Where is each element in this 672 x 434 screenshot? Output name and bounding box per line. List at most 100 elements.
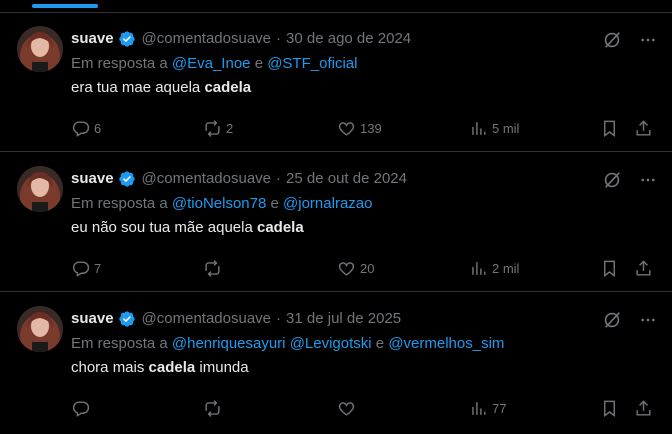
avatar[interactable] bbox=[17, 306, 63, 352]
mention-link[interactable]: @henriquesayuri bbox=[172, 335, 286, 352]
reply-context: Em resposta a @Eva_Inoe e @STF_oficial bbox=[71, 54, 357, 74]
handle[interactable]: @comentadosuave bbox=[142, 28, 271, 50]
bookmark-button[interactable] bbox=[600, 396, 619, 420]
like-button[interactable]: 139 bbox=[337, 116, 382, 140]
tweet-header: suave @comentadosuave · 25 de out de 202… bbox=[71, 168, 407, 190]
like-button[interactable]: 20 bbox=[337, 256, 374, 280]
reply-icon bbox=[72, 400, 90, 417]
verified-badge-icon bbox=[118, 310, 136, 328]
reply-joiner: e bbox=[375, 335, 385, 352]
avatar[interactable] bbox=[17, 166, 63, 212]
reply-button[interactable]: 6 bbox=[71, 116, 101, 140]
tweet-header: suave @comentadosuave · 30 de ago de 202… bbox=[71, 28, 411, 50]
mention-link[interactable]: @jornalrazao bbox=[283, 195, 372, 212]
share-icon bbox=[636, 259, 651, 276]
like-button[interactable] bbox=[337, 396, 360, 420]
like-icon bbox=[338, 121, 355, 136]
reply-prefix: Em resposta a bbox=[71, 195, 168, 212]
mention-link[interactable]: @STF_oficial bbox=[267, 55, 357, 72]
views-icon bbox=[472, 401, 486, 415]
grok-icon[interactable] bbox=[600, 168, 624, 192]
views-button[interactable]: 2 mil bbox=[469, 256, 519, 280]
tweet-text-bold: cadela bbox=[204, 79, 252, 96]
verified-badge-icon bbox=[118, 170, 136, 188]
grok-icon[interactable] bbox=[600, 308, 624, 332]
views-button[interactable]: 5 mil bbox=[469, 116, 519, 140]
display-name[interactable]: suave bbox=[71, 28, 114, 50]
handle[interactable]: @comentadosuave bbox=[142, 168, 271, 190]
repost-icon bbox=[205, 259, 220, 277]
reply-count: 7 bbox=[94, 260, 102, 276]
repost-button[interactable]: 2 bbox=[203, 116, 233, 140]
share-button[interactable] bbox=[634, 396, 653, 420]
share-icon bbox=[636, 119, 651, 136]
handle[interactable]: @comentadosuave bbox=[142, 308, 271, 330]
share-icon bbox=[636, 399, 651, 416]
reply-joiner: e bbox=[254, 55, 264, 72]
bookmark-button[interactable] bbox=[600, 116, 619, 140]
like-count: 20 bbox=[360, 260, 375, 276]
views-button[interactable]: 77 bbox=[469, 396, 506, 420]
tweet-text-part: chora mais bbox=[71, 359, 145, 376]
bookmark-button[interactable] bbox=[600, 256, 619, 280]
tab-active-indicator bbox=[32, 4, 98, 8]
tweet-text-part: era tua mae aquela bbox=[71, 79, 201, 96]
repost-icon bbox=[205, 119, 220, 137]
reply-button[interactable]: 7 bbox=[71, 256, 101, 280]
mention-link[interactable]: @tioNelson78 bbox=[172, 195, 266, 212]
reply-prefix: Em resposta a bbox=[71, 55, 168, 72]
verified-badge-icon bbox=[118, 30, 136, 48]
separator: · bbox=[276, 310, 282, 327]
more-icon[interactable] bbox=[636, 168, 660, 192]
tweet-text-bold: cadela bbox=[148, 359, 196, 376]
mention-link[interactable]: @Eva_Inoe bbox=[172, 55, 251, 72]
view-count: 77 bbox=[492, 400, 507, 416]
tweet-text-part: eu não sou tua mãe aquela bbox=[71, 219, 253, 236]
view-count: 2 mil bbox=[492, 260, 520, 276]
tweet[interactable]: suave @comentadosuave · 30 de ago de 202… bbox=[0, 13, 672, 152]
bookmark-icon bbox=[604, 120, 615, 137]
like-count: 139 bbox=[360, 120, 382, 136]
more-icon[interactable] bbox=[636, 308, 660, 332]
reply-button[interactable] bbox=[71, 396, 94, 420]
view-count: 5 mil bbox=[492, 120, 520, 136]
tweet-header: suave @comentadosuave · 31 de jul de 202… bbox=[71, 308, 401, 330]
display-name[interactable]: suave bbox=[71, 168, 114, 190]
share-button[interactable] bbox=[634, 256, 653, 280]
grok-icon[interactable] bbox=[600, 28, 624, 52]
repost-button[interactable] bbox=[203, 256, 226, 280]
reply-prefix: Em resposta a bbox=[71, 335, 168, 352]
reply-joiner: e bbox=[270, 195, 279, 212]
more-icon[interactable] bbox=[636, 28, 660, 52]
repost-count: 2 bbox=[226, 120, 234, 136]
tweet-text-bold: cadela bbox=[256, 219, 304, 236]
separator: · bbox=[276, 170, 282, 187]
reply-icon bbox=[72, 260, 90, 277]
like-icon bbox=[338, 261, 355, 276]
repost-button[interactable] bbox=[203, 396, 226, 420]
timestamp[interactable]: 31 de jul de 2025 bbox=[286, 308, 401, 330]
tweet-text-part: imunda bbox=[199, 359, 249, 376]
tweet[interactable]: suave @comentadosuave · 25 de out de 202… bbox=[0, 153, 672, 292]
mention-link[interactable]: @vermelhos_sim bbox=[388, 335, 504, 352]
views-icon bbox=[472, 121, 486, 135]
bookmark-icon bbox=[604, 400, 615, 417]
timestamp[interactable]: 25 de out de 2024 bbox=[286, 168, 407, 190]
tweet-text: era tua mae aquela cadela bbox=[71, 78, 251, 98]
display-name[interactable]: suave bbox=[71, 308, 114, 330]
bookmark-icon bbox=[604, 260, 615, 277]
views-icon bbox=[472, 261, 486, 275]
separator: · bbox=[276, 30, 282, 47]
avatar[interactable] bbox=[17, 26, 63, 72]
like-icon bbox=[338, 401, 355, 416]
reply-icon bbox=[72, 120, 90, 137]
tweet-text: chora mais cadela imunda bbox=[71, 358, 249, 378]
repost-icon bbox=[205, 399, 220, 417]
tweet[interactable]: suave @comentadosuave · 31 de jul de 202… bbox=[0, 293, 672, 432]
reply-context: Em resposta a @henriquesayuri @Levigotsk… bbox=[71, 334, 504, 354]
tweet-text: eu não sou tua mãe aquela cadela bbox=[71, 218, 304, 238]
mention-link[interactable]: @Levigotski bbox=[290, 335, 372, 352]
share-button[interactable] bbox=[634, 116, 653, 140]
timestamp[interactable]: 30 de ago de 2024 bbox=[286, 28, 411, 50]
reply-context: Em resposta a @tioNelson78 e @jornalraza… bbox=[71, 194, 372, 214]
